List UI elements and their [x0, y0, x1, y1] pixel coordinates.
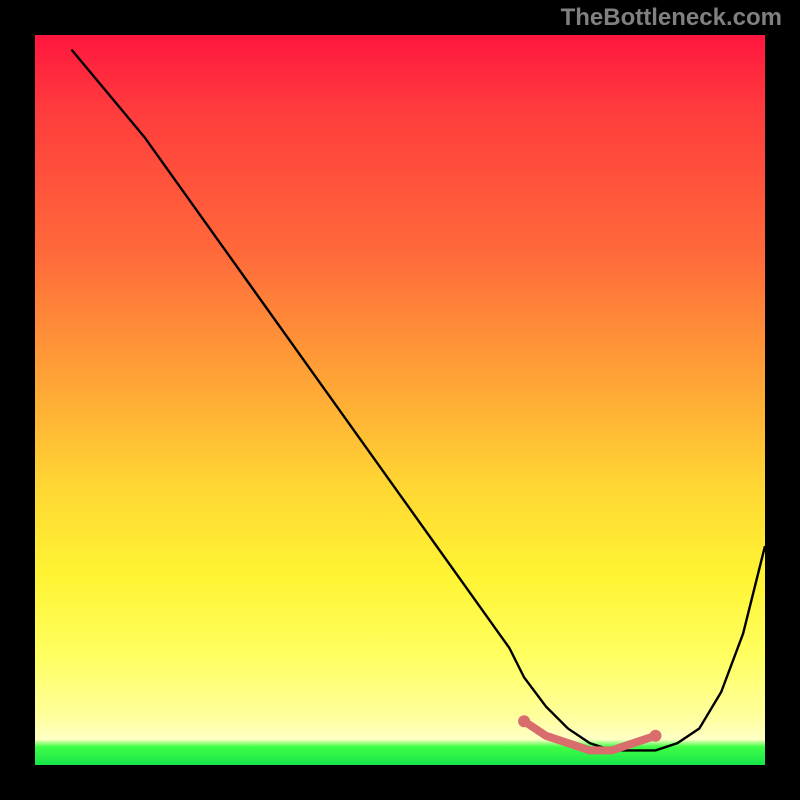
- watermark-text: TheBottleneck.com: [561, 4, 782, 32]
- main-curve: [72, 50, 766, 751]
- plot-area: [35, 35, 765, 765]
- curve-layer: [35, 35, 765, 765]
- chart-frame: TheBottleneck.com: [0, 0, 800, 800]
- highlight-band: [524, 721, 655, 750]
- highlight-dot: [518, 715, 530, 727]
- highlight-dot: [650, 730, 662, 742]
